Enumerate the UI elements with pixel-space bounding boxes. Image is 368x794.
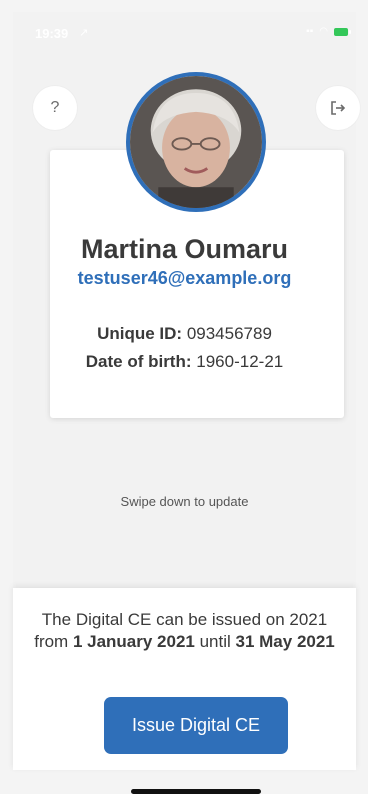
profile-area[interactable]: 19:39 ↗ ▪▪ ◠ ? Martina Oumaru testuser46… xyxy=(13,12,360,588)
signal-icon: ▪▪ xyxy=(306,26,314,37)
swipe-hint: Swipe down to update xyxy=(120,494,249,509)
issue-info-mid: until xyxy=(194,632,236,651)
help-icon: ? xyxy=(50,99,60,116)
status-time: 19:39 xyxy=(35,26,69,41)
issue-start-date: 1 January 2021 xyxy=(72,632,195,651)
avatar xyxy=(126,72,266,212)
unique-id-label: Unique ID: xyxy=(97,324,183,343)
help-button[interactable]: ? xyxy=(33,86,77,130)
profile-name: Martina Oumaru xyxy=(80,234,289,264)
issue-digital-ce-button[interactable]: Issue Digital CE xyxy=(104,697,288,754)
unique-id-row: Unique ID: 093456789 xyxy=(13,324,356,344)
dob-row: Date of birth: 1960-12-21 xyxy=(13,352,356,372)
avatar-photo xyxy=(130,76,262,208)
logout-button[interactable] xyxy=(316,86,360,130)
issue-end-date: 31 May 2021 xyxy=(235,632,335,651)
issue-sheet: The Digital CE can be issued on 2021 fro… xyxy=(13,588,356,770)
logout-icon xyxy=(331,101,346,115)
dob-value: 1960-12-21 xyxy=(196,352,284,371)
profile-email[interactable]: testuser46@example.org xyxy=(13,268,356,289)
location-icon: ↗ xyxy=(79,27,89,39)
home-indicator[interactable] xyxy=(131,789,261,794)
status-icons: ▪▪ ◠ xyxy=(306,26,351,37)
wifi-icon: ◠ xyxy=(319,26,328,37)
app-screen: 19:39 ↗ ▪▪ ◠ ? Martina Oumaru testuser46… xyxy=(0,0,368,794)
dob-label: Date of birth: xyxy=(85,352,192,371)
unique-id-value: 093456789 xyxy=(186,324,272,343)
battery-icon xyxy=(334,27,351,36)
issue-info-text: The Digital CE can be issued on 2021 fro… xyxy=(27,609,342,653)
status-bar: 19:39 ↗ ▪▪ ◠ xyxy=(13,12,356,54)
